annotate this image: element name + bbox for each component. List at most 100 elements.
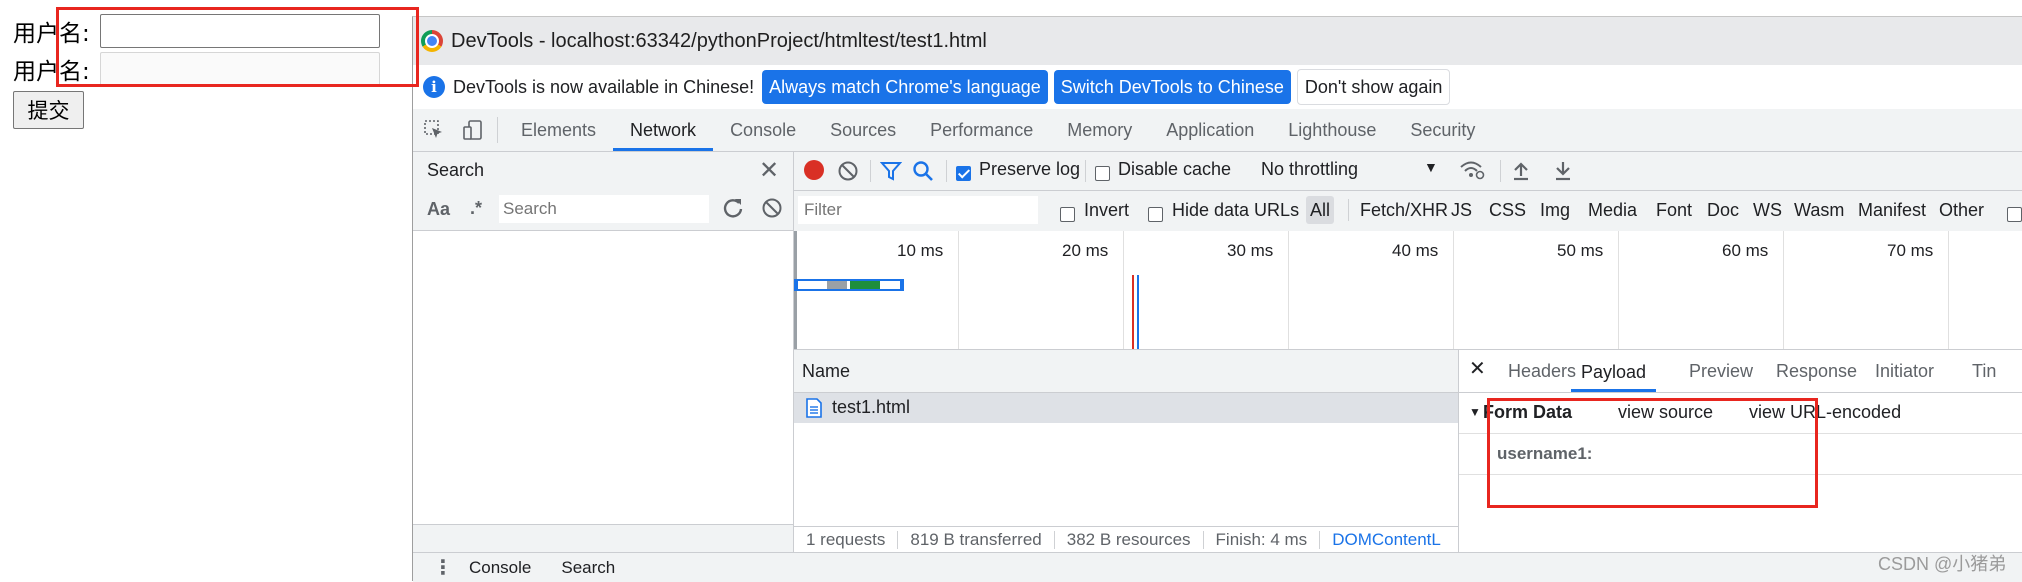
clear-search-icon[interactable] (761, 197, 783, 224)
filter-type-ws[interactable]: WS (1753, 200, 1782, 221)
info-icon: i (423, 76, 445, 98)
network-conditions-icon[interactable] (1458, 158, 1486, 187)
filter-type-media[interactable]: Media (1588, 200, 1637, 221)
inspect-element-icon[interactable] (413, 109, 455, 151)
filter-type-css[interactable]: CSS (1489, 200, 1526, 221)
toolbar-divider (870, 160, 871, 182)
preserve-log-label: Preserve log (979, 159, 1081, 179)
match-language-button[interactable]: Always match Chrome's language (762, 70, 1048, 104)
tick-gridline (1123, 231, 1124, 349)
tick-label: 20 ms (1062, 241, 1109, 260)
tab-application[interactable]: Application (1149, 109, 1271, 151)
tab-initiator[interactable]: Initiator (1875, 361, 1934, 382)
throttling-select[interactable]: No throttling (1261, 159, 1358, 180)
chrome-logo-icon (421, 30, 443, 52)
tab-network[interactable]: Network (613, 109, 714, 151)
search-panel-title: Search (427, 160, 485, 180)
tick-gridline (1783, 231, 1784, 349)
search-panel: Search ✕ Aa .* (413, 152, 794, 553)
request-waiting-segment (827, 281, 847, 289)
search-panel-footer (413, 524, 793, 553)
close-search-icon[interactable]: ✕ (759, 156, 779, 185)
tab-console[interactable]: Console (713, 109, 813, 151)
filter-type-all[interactable]: All (1306, 196, 1335, 224)
import-har-icon[interactable] (1510, 159, 1532, 186)
table-row[interactable]: test1.html (794, 393, 1458, 423)
filter-type-js[interactable]: JS (1451, 200, 1472, 221)
request-download-segment (850, 281, 880, 289)
tab-security[interactable]: Security (1393, 109, 1492, 151)
tab-memory[interactable]: Memory (1050, 109, 1149, 151)
switch-chinese-button[interactable]: Switch DevTools to Chinese (1053, 70, 1291, 104)
search-options-row: Aa .* (413, 190, 793, 231)
timeline-overview[interactable]: 10 ms 20 ms 30 ms 40 ms 50 ms 60 ms 70 m… (794, 231, 2022, 350)
match-case-toggle[interactable]: Aa (427, 199, 450, 220)
chevron-down-icon[interactable]: ▼ (1424, 159, 1438, 175)
tab-sources[interactable]: Sources (813, 109, 913, 151)
filter-type-doc[interactable]: Doc (1707, 200, 1739, 221)
tab-preview[interactable]: Preview (1689, 361, 1753, 382)
finish-time: Finish: 4 ms (1215, 530, 1308, 549)
domcontentloaded-marker (1137, 275, 1139, 349)
filter-type-manifest[interactable]: Manifest (1858, 200, 1926, 221)
blocked-requests-checkbox[interactable] (2007, 203, 2022, 224)
column-name[interactable]: Name (802, 361, 850, 382)
request-list-header: Name (794, 350, 1458, 393)
invert-label: Invert (1084, 200, 1130, 220)
export-har-icon[interactable] (1552, 159, 1574, 186)
dont-show-again-button[interactable]: Don't show again (1296, 69, 1451, 105)
drawer-tab-console[interactable]: Console (469, 558, 531, 578)
toolbar-divider (1348, 199, 1349, 221)
drawer-menu-icon[interactable]: ⋮ (433, 555, 453, 580)
annotation-box-form-data (1487, 398, 1818, 508)
search-query-input[interactable] (499, 195, 709, 223)
tick-label: 40 ms (1392, 241, 1439, 260)
filter-type-fetch-xhr[interactable]: Fetch/XHR (1360, 200, 1448, 221)
close-details-icon[interactable]: ✕ (1469, 356, 1486, 381)
load-event-marker (1132, 275, 1134, 349)
infobar-message: DevTools is now available in Chinese! (453, 76, 755, 97)
record-icon[interactable] (804, 160, 824, 180)
tab-payload[interactable]: Payload (1571, 350, 1657, 392)
tab-timing[interactable]: Tin (1972, 361, 1996, 382)
toolbar-divider (1500, 160, 1501, 182)
request-name: test1.html (832, 397, 911, 417)
hide-data-urls-label: Hide data URLs (1172, 200, 1300, 220)
filter-type-font[interactable]: Font (1656, 200, 1692, 221)
hide-data-urls-checkbox[interactable] (1148, 203, 1163, 224)
tab-headers[interactable]: Headers (1508, 361, 1576, 382)
disable-cache-checkbox[interactable] (1095, 162, 1110, 183)
drawer-tab-search[interactable]: Search (561, 558, 615, 578)
search-panel-header: Search ✕ (413, 152, 793, 191)
toolbar-divider (1085, 160, 1086, 182)
preserve-log-checkbox[interactable] (956, 162, 971, 183)
filter-input[interactable] (798, 196, 1038, 224)
submit-button[interactable]: 提交 (13, 91, 84, 129)
tick-label: 60 ms (1722, 241, 1769, 260)
tab-performance[interactable]: Performance (913, 109, 1050, 151)
clear-log-icon[interactable] (837, 160, 859, 187)
disable-cache-label: Disable cache (1118, 159, 1232, 179)
invert-checkbox[interactable] (1060, 203, 1075, 224)
request-waterfall-bar-inner (798, 281, 900, 289)
tick-gridline (958, 231, 959, 349)
window-title: DevTools - localhost:63342/pythonProject… (451, 29, 987, 52)
tab-elements[interactable]: Elements (504, 109, 613, 151)
tick-gridline (1618, 231, 1619, 349)
regex-toggle[interactable]: .* (470, 198, 482, 219)
search-icon[interactable] (912, 160, 934, 187)
filter-type-other[interactable]: Other (1939, 200, 1984, 221)
tab-lighthouse[interactable]: Lighthouse (1271, 109, 1393, 151)
filter-type-wasm[interactable]: Wasm (1794, 200, 1844, 221)
refresh-icon[interactable] (721, 196, 745, 225)
devtools-titlebar: DevTools - localhost:63342/pythonProject… (413, 17, 2022, 65)
device-toolbar-icon[interactable] (455, 109, 491, 151)
expand-triangle-icon[interactable]: ▼ (1469, 405, 1481, 419)
tab-response[interactable]: Response (1776, 361, 1857, 382)
document-icon (806, 398, 822, 423)
tick-label: 10 ms (897, 241, 944, 260)
transferred-size: 819 B transferred (910, 530, 1042, 549)
filter-type-img[interactable]: Img (1540, 200, 1570, 221)
tick-gridline (1288, 231, 1289, 349)
filter-icon[interactable] (879, 160, 903, 187)
